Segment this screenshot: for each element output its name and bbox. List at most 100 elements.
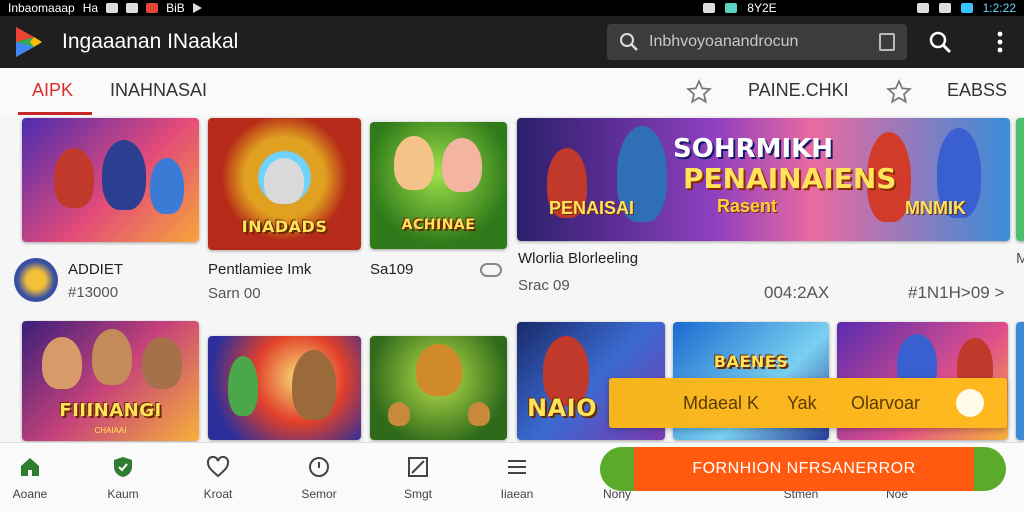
battery-icon [960,3,973,13]
featured-banner-right: MNMIK [905,198,966,218]
nav-item-semor[interactable]: Semor [284,455,354,501]
game-tile[interactable]: INADADS [208,118,361,250]
game-rating: Sarn 00 [208,285,261,302]
snackbar-action[interactable]: Olarvoar [851,393,920,414]
snackbar-text: Yak [787,393,817,413]
bluetooth-icon [725,3,738,13]
wifi-icon [916,3,929,13]
status-text-2: Ha [82,1,99,15]
avatar [14,258,58,302]
game-tile[interactable] [370,336,507,440]
nav-item-iiaean[interactable]: Iiaean [482,455,552,501]
home-icon [21,458,39,476]
game-rating: Srac 09 [518,277,570,294]
character-art [442,138,482,192]
status-text-3: BiB [166,1,185,15]
featured-banner[interactable]: SOHRMIKH PENAINAIENS Rasent PENAISAI MNM… [517,118,1010,241]
game-tile-partial[interactable] [1016,322,1024,440]
game-title: Pentlamiee Imk [208,261,312,278]
status-bar: Inbaomaaap Ha BiB 8Y2E 1:2:22 [0,0,1024,16]
search-input[interactable]: Inbhvoyoanandrocun [607,24,907,60]
character-art [228,356,258,416]
nav-label: Kroat [203,487,233,501]
game-tile[interactable]: ACHINAE [370,122,507,249]
mute-icon [703,3,716,13]
nav-item-smgt[interactable]: Smgt [383,455,453,501]
voice-search-icon[interactable] [879,33,895,51]
game-tile-subtitle: CHAIAAI [94,426,127,435]
calendar-icon [126,3,139,13]
character-art [468,402,490,426]
featured-banner-left: PENAISAI [549,198,635,218]
character-art [102,140,146,210]
shield-icon [114,457,132,477]
toggle-knob[interactable] [956,389,984,417]
youtube-icon [146,3,159,13]
active-tab-indicator [18,112,92,115]
nav-label: Aoane [12,487,48,501]
app-root: Inbaomaaap Ha BiB 8Y2E 1:2:22 Ingaaanan [0,0,1024,512]
search-icon [620,33,638,51]
nav-label: Semor [301,487,337,501]
clock-icon [309,457,329,477]
snackbar-text: Mdaeal K [683,393,760,413]
game-tile[interactable] [208,336,361,440]
visibility-icon[interactable] [480,263,502,277]
game-tile-partial[interactable] [1016,118,1024,241]
tab-inahnasai[interactable]: INAHNASAI [110,80,207,101]
star-icon-2[interactable] [886,79,912,105]
play-icon [192,3,202,13]
nav-label: Smgt [403,487,432,501]
tab-aipk[interactable]: AIPK [32,80,73,101]
character-art [264,158,304,204]
nav-item-kaum[interactable]: Kaum [88,455,158,501]
tab-paine-chki[interactable]: PAINE.CHKI [748,80,849,101]
featured-banner-title: PENAINAIENS [683,162,897,195]
character-art [394,136,434,190]
nav-label: Iiaean [500,487,534,501]
game-tile[interactable]: FIIINANGI CHAIAAI [22,321,199,441]
game-rating: #13000 [68,284,119,301]
status-text: Inbaomaaap [8,1,75,15]
toggle-snackbar[interactable]: Mdaeal K Yak Olarvoar [609,378,1007,428]
game-tile-title: INADADS [241,217,328,236]
menu-icon [508,460,526,474]
heart-icon [206,455,230,478]
character-art [150,158,184,214]
image-icon [408,457,428,477]
game-title: Wlorlia Blorleeling [518,250,639,267]
notification-icon [106,3,119,13]
category-tabs: AIPK INAHNASAI PAINE.CHKI EABSS [0,68,1024,116]
character-art [92,329,132,385]
tab-eabss[interactable]: EABSS [947,80,1007,101]
game-title-partial: M [1016,250,1024,267]
game-rank: #1N1H>09 > [908,283,1005,302]
nav-item-kroat[interactable]: Kroat [183,455,253,501]
character-art [292,350,336,420]
more-options-icon[interactable] [988,30,1012,54]
featured-banner-top: SOHRMIKH [673,134,834,164]
game-size: 004:2AX [764,283,830,302]
promo-banner-button[interactable]: FORNHION NFRSANERROR [600,447,1006,491]
character-art [142,337,182,389]
app-bar: Ingaaanan INaakal Inbhvoyoanandrocun [0,16,1024,68]
status-text-right: 8Y2E [747,1,777,15]
character-art [388,402,410,426]
signal-icon [938,3,951,13]
nav-label: Kaum [107,487,139,501]
character-art [54,148,94,208]
search-button-icon[interactable] [928,30,952,54]
search-placeholder: Inbhvoyoanandrocun [649,33,799,50]
character-art [42,337,82,389]
game-tile-title: FIIINANGI [59,400,162,421]
game-title: ADDIET [68,261,124,278]
featured-banner-subtitle: Rasent [717,196,778,216]
status-right: 8Y2E 1:2:22 [703,1,1016,15]
game-title: Sa109 [370,261,414,278]
game-tile[interactable] [22,118,199,242]
status-time: 1:2:22 [982,1,1016,15]
nav-item-home[interactable]: Aoane [0,455,65,501]
game-tile-title: BAENES [713,352,789,371]
star-icon[interactable] [686,79,712,105]
game-tile-title: ACHINAE [401,217,476,233]
